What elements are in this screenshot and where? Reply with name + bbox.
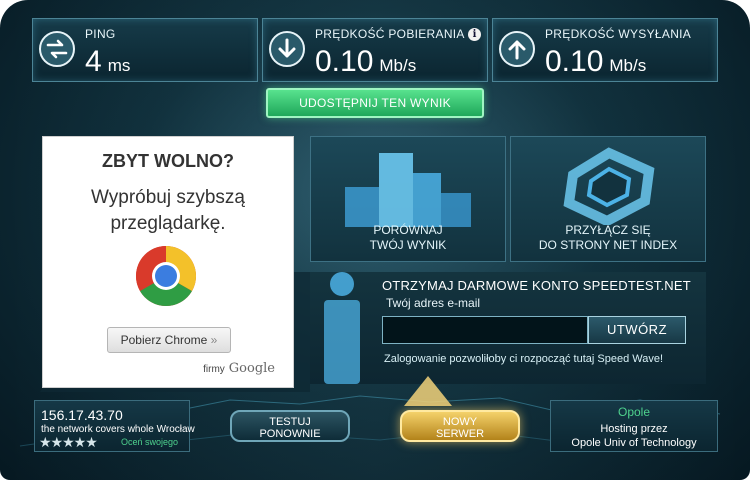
upload-unit: Mb/s <box>609 56 647 75</box>
download-panel: PRĘDKOŚĆ POBIERANIA 0.10 Mb/s i <box>262 18 488 82</box>
download-chrome-button[interactable]: Pobierz Chrome » <box>107 327 231 353</box>
ip-address: 156.17.43.70 <box>41 407 123 423</box>
arrow-down-icon <box>269 31 305 67</box>
ad-body: Wypróbuj szybszą przeglądarkę. <box>43 185 293 237</box>
speedtest-app: PING 4 ms PRĘDKOŚĆ POBIERANIA 0.10 Mb/s i … <box>0 0 750 480</box>
compare-caption: PORÓWNAJ TWÓJ WYNIK <box>369 223 447 252</box>
download-label: PRĘDKOŚĆ POBIERANIA <box>315 27 465 41</box>
create-account-button[interactable]: UTWÓRZ <box>588 316 686 344</box>
ad-line-1: Wypróbuj szybszą <box>91 187 245 208</box>
email-input[interactable] <box>382 316 588 344</box>
swap-arrows-icon <box>39 31 75 67</box>
net-index-tile[interactable]: PRZYŁĄCZ SIĘ DO STRONY NET INDEX <box>510 136 706 262</box>
ad-line-2: przeglądarkę. <box>110 213 226 234</box>
net-index-icon <box>563 147 655 225</box>
download-unit: Mb/s <box>379 56 417 75</box>
chrome-logo-icon <box>135 246 197 307</box>
ping-unit: ms <box>107 56 131 75</box>
compare-result-tile[interactable]: PORÓWNAJ TWÓJ WYNIK <box>310 136 506 262</box>
server-info-panel: Opole Hosting przez Opole Univ of Techno… <box>550 400 718 452</box>
share-result-button[interactable]: UDOSTĘPNIJ TEN WYNIK <box>266 88 484 118</box>
rating-stars[interactable]: ★★★★★ <box>39 434 98 451</box>
rate-isp-link[interactable]: Oceń swojego <box>121 437 178 447</box>
google-logo: Google <box>228 361 275 376</box>
account-note: Zalogowanie pozwoliłoby ci rozpocząć tut… <box>384 353 664 365</box>
ping-label: PING <box>85 27 116 41</box>
upload-panel: PRĘDKOŚĆ WYSYŁANIA 0.10 Mb/s <box>492 18 718 82</box>
account-title: OTRZYMAJ DARMOWE KONTO SPEEDTEST.NET <box>382 278 691 293</box>
ad-footer: firmy Google <box>203 361 275 376</box>
retest-button[interactable]: TESTUJ PONOWNIE <box>230 410 350 442</box>
free-account-panel: OTRZYMAJ DARMOWE KONTO SPEEDTEST.NET Twó… <box>310 272 706 384</box>
download-value: 0.10 Mb/s <box>315 45 417 78</box>
new-server-button[interactable]: NOWY SERWER <box>400 410 520 442</box>
ping-panel: PING 4 ms <box>32 18 258 82</box>
info-icon[interactable]: i <box>468 28 481 41</box>
ping-value: 4 ms <box>85 45 131 78</box>
chrome-ad: ZBYT WOLNO? Wypróbuj szybszą przeglądark… <box>42 136 294 388</box>
location-beacon <box>404 376 452 406</box>
person-icon <box>324 272 360 384</box>
chevron-right-icon: » <box>210 333 218 347</box>
upload-value: 0.10 Mb/s <box>545 45 647 78</box>
client-info-panel: 156.17.43.70 the network covers whole Wr… <box>34 400 195 452</box>
server-city: Opole <box>617 405 651 419</box>
ad-heading: ZBYT WOLNO? <box>102 151 234 171</box>
server-host: Opole Univ of Technology <box>571 437 697 449</box>
hosted-by-label: Hosting przez <box>600 423 668 435</box>
bar-chart-icon <box>345 153 471 227</box>
net-index-caption: PRZYŁĄCZ SIĘ DO STRONY NET INDEX <box>538 223 678 252</box>
arrow-up-icon <box>499 31 535 67</box>
email-label: Twój adres e-mail <box>386 296 481 310</box>
upload-label: PRĘDKOŚĆ WYSYŁANIA <box>545 27 692 41</box>
